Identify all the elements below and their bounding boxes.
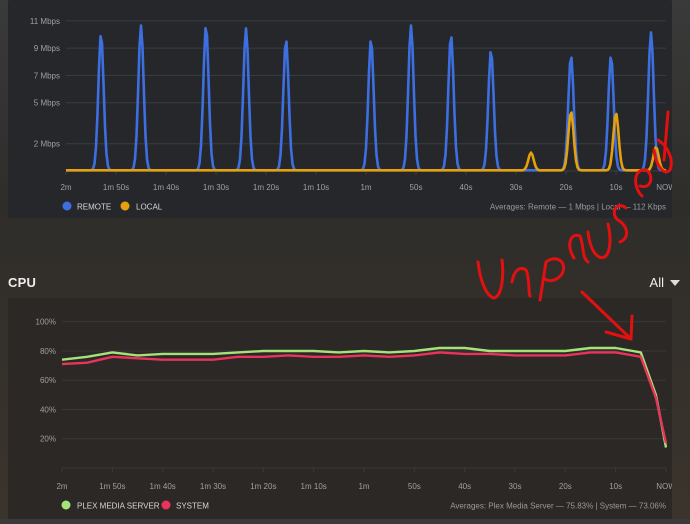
bw-x-tick-label: NOW [656,183,672,192]
cpu-x-tick-label: 20s [559,482,572,491]
legend-label-plex: PLEX MEDIA SERVER [77,502,160,511]
cpu-x-tick-label: 1m 20s [250,482,276,491]
cpu-x-tick-label: 50s [408,482,421,491]
bw-x-tick-label: 40s [460,183,473,192]
bw-y-tick-label: 5 Mbps [34,99,60,108]
cpu-y-tick-label: 40% [40,405,56,414]
cpu-x-tick-label: 1m 30s [200,482,226,491]
cpu-averages: Averages: Plex Media Server — 75.83% | S… [450,502,666,511]
cpu-x-tick-label: 2m [56,482,67,491]
cpu-filter-value: All [649,275,664,290]
cpu-x-tick-label: 30s [509,482,522,491]
chevron-down-icon [670,279,680,286]
bw-x-tick-label: 1m [360,183,371,192]
cpu-y-tick-label: 20% [40,435,56,444]
cpu-x-tick-label: 40s [458,482,471,491]
legend-label-remote: REMOTE [77,203,111,212]
cpu-chart-panel: 100% 80% 60% 40% 20% 2m 1m 50s 1m 40s 1m 30s 1m … [8,298,677,519]
bw-x-tick-label: 1m 20s [253,183,279,192]
legend-swatch-local [120,201,130,211]
bandwidth-chart-panel: 11 Mbps 9 Mbps 7 Mbps 5 Mbps 2 Mbps 2m 1m 50s… [8,0,676,218]
cpu-y-tick-label: 60% [40,376,56,385]
bw-x-tick-label: 1m 10s [303,183,329,192]
bw-x-tick-label: 2m [60,183,71,192]
bw-x-tick-label: 1m 50s [103,183,129,192]
bw-y-tick-label: 9 Mbps [34,44,60,53]
legend-label-local: LOCAL [136,203,163,212]
bw-x-tick-label: 1m 30s [203,183,229,192]
bw-x-tick-label: 20s [560,183,573,192]
cpu-y-tick-label: 80% [40,347,56,356]
cpu-x-tick-label: NOW [656,482,672,491]
legend-swatch-plex [61,500,71,510]
bw-x-tick-label: 1m 40s [153,183,179,192]
cpu-chart: 100% 80% 60% 40% 20% 2m 1m 50s 1m 40s 1m 30s 1m … [36,318,677,511]
bw-x-tick-label: 30s [510,183,523,192]
cpu-x-tick-label: 1m 50s [99,482,125,491]
bw-x-tick-label: 50s [410,183,423,192]
cpu-x-tick-label: 1m [358,482,369,491]
cpu-x-tick-label: 1m 10s [301,482,327,491]
cpu-x-tick-label: 1m 40s [150,482,176,491]
cpu-filter-dropdown[interactable]: All [650,275,680,290]
cpu-y-tick-label: 100% [36,318,56,327]
cpu-legend: PLEX MEDIA SERVER SYSTEM [61,500,209,511]
bw-y-tick-label: 11 Mbps [30,17,60,26]
bandwidth-legend: REMOTE LOCAL [62,201,163,212]
bw-x-tick-label: 10s [610,183,623,192]
series-line-plex-media-server [61,346,668,448]
legend-swatch-system [161,500,171,510]
cpu-section-title: CPU [8,275,37,290]
series-line-system [61,351,668,444]
legend-swatch-remote [62,201,72,211]
bw-y-tick-label: 7 Mbps [34,71,60,80]
bandwidth-chart: 11 Mbps 9 Mbps 7 Mbps 5 Mbps 2 Mbps 2m 1m 50s… [30,17,676,212]
cpu-x-tick-label: 10s [609,482,622,491]
bw-y-tick-label: 2 Mbps [34,140,60,149]
bandwidth-averages: Averages: Remote — 1 Mbps | Local — 112 … [490,203,666,212]
legend-label-system: SYSTEM [176,502,209,511]
